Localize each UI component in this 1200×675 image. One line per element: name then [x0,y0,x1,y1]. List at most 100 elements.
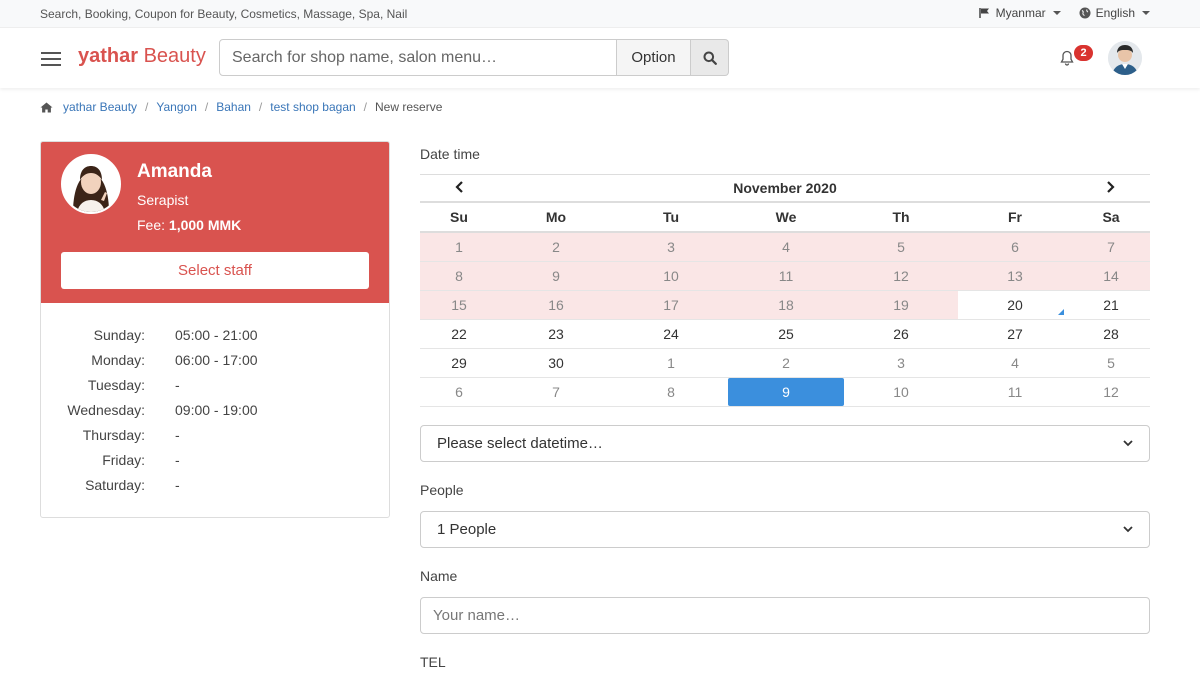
calendar-day[interactable]: 15 [420,291,498,319]
region-label: Myanmar [995,6,1046,20]
calendar-day[interactable]: 10 [614,262,728,290]
calendar-day[interactable]: 6 [958,233,1072,261]
notification-badge: 2 [1074,45,1093,61]
calendar-day[interactable]: 4 [728,233,844,261]
calendar-day[interactable]: 12 [844,262,958,290]
language-dropdown[interactable]: English [1079,6,1150,20]
calendar-day[interactable]: 19 [844,291,958,319]
staff-avatar [61,154,121,214]
chevron-right-icon [1107,181,1115,193]
select-staff-button[interactable]: Select staff [61,252,369,289]
site-tagline: Search, Booking, Coupon for Beauty, Cosm… [40,7,408,21]
calendar-day[interactable]: 24 [614,320,728,348]
hours-row: Tuesday: - [87,376,180,393]
people-label: People [420,482,464,498]
search-button[interactable] [691,39,729,76]
chevron-down-icon [1123,440,1133,447]
calendar-day[interactable]: 9 [728,378,844,406]
next-month-button[interactable] [1070,180,1150,196]
calendar-day[interactable]: 2 [498,233,614,261]
hours-row: Friday: - [102,451,180,468]
calendar: November 2020 Su Mo Tu We Th Fr Sa 12345… [420,174,1150,407]
chevron-down-icon [1142,11,1150,15]
menu-icon[interactable] [41,52,61,66]
calendar-day[interactable]: 27 [958,320,1072,348]
calendar-day[interactable]: 3 [844,349,958,377]
prev-month-button[interactable] [420,180,500,196]
calendar-day[interactable]: 11 [958,378,1072,406]
calendar-week: 1234567 [420,233,1150,262]
hours-row: Wednesday: 09:00 - 19:00 [67,401,258,418]
today-marker [1058,309,1064,315]
calendar-day[interactable]: 30 [498,349,614,377]
calendar-day[interactable]: 6 [420,378,498,406]
calendar-day[interactable]: 2 [728,349,844,377]
weekday-label: Tu [662,209,680,225]
name-input[interactable] [420,597,1150,634]
weekday-label: Su [450,209,468,225]
flag-icon [978,8,989,18]
calendar-day[interactable]: 25 [728,320,844,348]
calendar-day[interactable]: 5 [1072,349,1150,377]
site-logo[interactable]: yathar Beauty [78,45,206,68]
staff-fee: Fee: 1,000 MMK [137,217,242,233]
calendar-day[interactable]: 23 [498,320,614,348]
calendar-day[interactable]: 12 [1072,378,1150,406]
calendar-day[interactable]: 9 [498,262,614,290]
calendar-day[interactable]: 5 [844,233,958,261]
calendar-week: 15 16 17 18 19 20 21 [420,291,1150,320]
calendar-day[interactable]: 17 [614,291,728,319]
staff-fee-value: 1,000 MMK [168,217,242,233]
calendar-weekdays: Su Mo Tu We Th Fr Sa [420,203,1150,233]
people-select[interactable]: 1 People [420,511,1150,548]
breadcrumb-link-bahan[interactable]: Bahan [216,100,251,114]
calendar-day[interactable]: 22 [420,320,498,348]
calendar-day[interactable]: 26 [844,320,958,348]
calendar-day[interactable]: 20 [958,291,1072,319]
home-icon[interactable] [40,102,53,113]
calendar-day[interactable]: 1 [420,233,498,261]
calendar-days: 1 2 3 4 5 6 7 8 9 10 11 12 13 14 15 16 17 18 19 20 21 22 23 24 2… [420,233,1150,407]
calendar-day[interactable]: 14 [1072,262,1150,290]
calendar-day[interactable]: 8 [420,262,498,290]
user-avatar[interactable] [1108,41,1142,75]
search-input[interactable] [219,39,617,76]
calendar-day[interactable]: 1 [614,349,728,377]
notification-button[interactable] [1060,50,1074,69]
chevron-left-icon [455,181,463,193]
tel-label: TEL [420,654,446,670]
calendar-day[interactable]: 16 [498,291,614,319]
business-hours: Sunday: 05:00 - 21:00 Monday: 06:00 - 17:0… [41,322,389,497]
datetime-select-value: Please select datetime… [437,435,603,452]
breadcrumb-link-yangon[interactable]: Yangon [156,100,196,114]
calendar-week: 6 7 8 9 10 11 12 [420,378,1150,407]
calendar-day[interactable]: 7 [1072,233,1150,261]
calendar-day[interactable]: 7 [498,378,614,406]
calendar-day[interactable]: 8 [614,378,728,406]
breadcrumb-link-shop[interactable]: test shop bagan [270,100,355,114]
calendar-day[interactable]: 13 [958,262,1072,290]
option-button[interactable]: Option [617,39,691,76]
breadcrumb-link-home[interactable]: yathar Beauty [63,100,137,114]
search-icon [703,51,717,65]
staff-name: Amanda [137,161,212,182]
calendar-day[interactable]: 28 [1072,320,1150,348]
calendar-week: 22 23 24 25 26 27 28 [420,320,1150,349]
region-dropdown[interactable]: Myanmar [978,6,1061,20]
calendar-day[interactable]: 18 [728,291,844,319]
calendar-day[interactable]: 11 [728,262,844,290]
breadcrumb-current: New reserve [375,100,443,114]
main-header: yathar Beauty Option 2 [0,28,1200,88]
calendar-day[interactable]: 3 [614,233,728,261]
calendar-day[interactable]: 21 [1072,291,1150,319]
hours-row: Monday: 06:00 - 17:00 [91,351,258,368]
calendar-day[interactable]: 29 [420,349,498,377]
datetime-select[interactable]: Please select datetime… [420,425,1150,462]
staff-header: Amanda Serapist Fee: 1,000 MMK Select st… [41,142,389,303]
calendar-day[interactable]: 10 [844,378,958,406]
hours-row: Saturday: - [85,476,180,493]
language-label: English [1095,6,1135,20]
weekday-label: Mo [545,209,567,225]
calendar-month-title: November 2020 [733,180,837,196]
calendar-day[interactable]: 4 [958,349,1072,377]
